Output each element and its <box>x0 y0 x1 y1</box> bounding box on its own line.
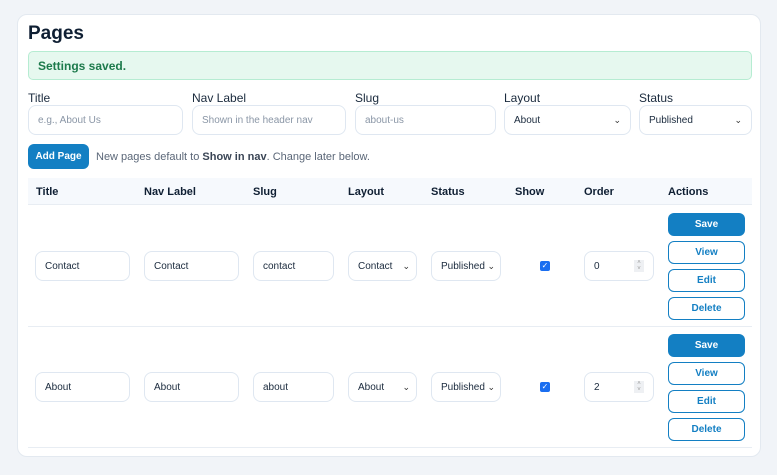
row-title-input[interactable]: Contact <box>35 251 130 281</box>
hint-bold: Show in nav <box>202 151 267 163</box>
row-title-input[interactable]: About <box>35 372 130 402</box>
chevron-down-icon: ⌄ <box>487 381 495 392</box>
add-page-hint: New pages default to Show in nav. Change… <box>96 151 370 163</box>
row-layout-select[interactable]: About ⌄ <box>348 372 417 402</box>
header-nav-label: Nav Label <box>144 186 196 198</box>
header-show: Show <box>515 186 545 198</box>
row-nav-input[interactable]: About <box>144 372 239 402</box>
row-nav-input[interactable]: Contact <box>144 251 239 281</box>
header-actions: Actions <box>668 186 709 198</box>
table-row: Contact Contact contact Contact ⌄ Publish… <box>28 206 752 327</box>
layout-select[interactable]: About ⌄ <box>504 105 631 135</box>
hint-text-end: . Change later below. <box>266 151 370 163</box>
title-input[interactable]: e.g., About Us <box>28 105 183 135</box>
row-show-checkbox[interactable]: ✓ <box>540 382 550 392</box>
add-page-button[interactable]: Add Page <box>28 144 89 169</box>
spinner-icon[interactable]: ˄ ˅ <box>634 381 644 393</box>
page-title: Pages <box>28 23 84 44</box>
table-header: Title Nav Label Slug Layout Status Show … <box>28 178 752 205</box>
row-order-input[interactable]: 0 ˄ ˅ <box>584 251 654 281</box>
row-slug-value: about <box>263 381 289 393</box>
chevron-down-icon: ⌄ <box>402 381 410 392</box>
title-label: Title <box>28 91 51 105</box>
header-status: Status <box>431 186 465 198</box>
row-status-select[interactable]: Published ⌄ <box>431 251 501 281</box>
spinner-icon[interactable]: ˄ ˅ <box>634 260 644 272</box>
slug-label: Slug <box>355 91 380 105</box>
nav-label-label: Nav Label <box>192 91 247 105</box>
row-delete-button[interactable]: Delete <box>668 297 745 320</box>
header-layout: Layout <box>348 186 385 198</box>
row-order-value: 2 <box>594 381 600 393</box>
row-delete-button[interactable]: Delete <box>668 418 745 441</box>
chevron-down-icon: ⌄ <box>487 260 495 271</box>
row-status-value: Published <box>441 260 485 272</box>
layout-value: About <box>514 114 541 126</box>
row-order-value: 0 <box>594 260 600 272</box>
layout-label: Layout <box>504 91 541 105</box>
row-layout-value: Contact <box>358 260 393 272</box>
chevron-down-icon: ⌄ <box>402 260 410 271</box>
header-order: Order <box>584 186 614 198</box>
header-slug: Slug <box>253 186 277 198</box>
status-value: Published <box>649 114 693 126</box>
row-view-button[interactable]: View <box>668 241 745 264</box>
row-status-value: Published <box>441 381 485 393</box>
row-view-button[interactable]: View <box>668 362 745 385</box>
pages-card: Pages Settings saved. Title e.g., About … <box>17 14 761 457</box>
row-slug-input[interactable]: contact <box>253 251 334 281</box>
row-layout-value: About <box>358 381 385 393</box>
slug-input[interactable]: about-us <box>355 105 496 135</box>
row-layout-select[interactable]: Contact ⌄ <box>348 251 417 281</box>
row-title-value: Contact <box>45 260 80 272</box>
row-edit-button[interactable]: Edit <box>668 269 745 292</box>
slug-placeholder: about-us <box>365 114 404 126</box>
row-edit-button[interactable]: Edit <box>668 390 745 413</box>
table-row: About About about About ⌄ Published ⌄ ✓ 2 ˄… <box>28 327 752 448</box>
nav-placeholder: Shown in the header nav <box>202 114 313 126</box>
nav-label-input[interactable]: Shown in the header nav <box>192 105 346 135</box>
row-status-select[interactable]: Published ⌄ <box>431 372 501 402</box>
row-order-input[interactable]: 2 ˄ ˅ <box>584 372 654 402</box>
row-title-value: About <box>45 381 72 393</box>
status-select[interactable]: Published ⌄ <box>639 105 752 135</box>
row-nav-value: Contact <box>154 260 189 272</box>
header-title: Title <box>36 186 59 198</box>
row-show-checkbox[interactable]: ✓ <box>540 261 550 271</box>
chevron-down-icon: ⌄ <box>613 114 621 125</box>
row-slug-input[interactable]: about <box>253 372 334 402</box>
row-nav-value: About <box>154 381 181 393</box>
row-slug-value: contact <box>263 260 296 272</box>
status-label: Status <box>639 91 674 105</box>
title-placeholder: e.g., About Us <box>38 114 101 126</box>
row-save-button[interactable]: Save <box>668 213 745 236</box>
hint-text: New pages default to <box>96 151 203 163</box>
chevron-down-icon: ⌄ <box>734 114 742 125</box>
row-save-button[interactable]: Save <box>668 334 745 357</box>
success-alert: Settings saved. <box>28 51 752 80</box>
